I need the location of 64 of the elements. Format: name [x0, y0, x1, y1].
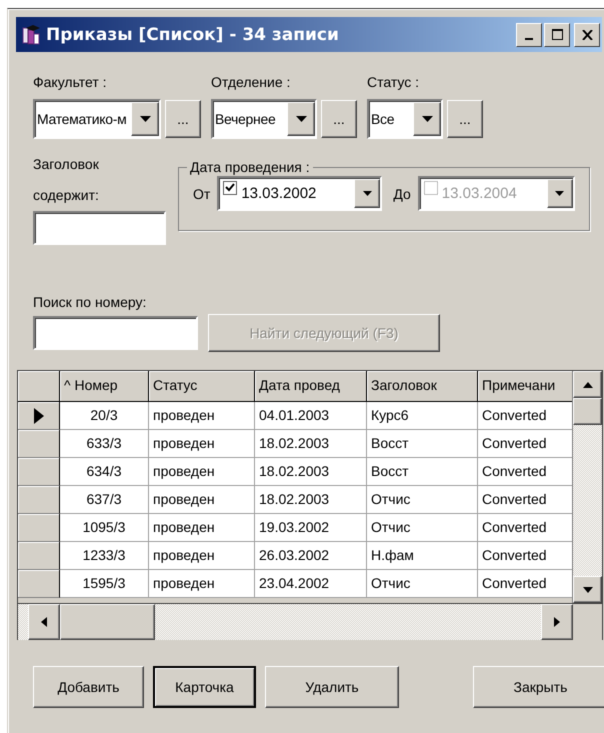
dropdown-field[interactable]: Все — [367, 99, 443, 139]
dropdown-field[interactable]: Вечернее — [211, 99, 317, 139]
number-input[interactable] — [33, 316, 198, 350]
dropdown-arrow-icon — [362, 191, 372, 196]
checkbox[interactable] — [424, 181, 438, 195]
left-arrow-icon — [41, 617, 47, 627]
scroll-thumb[interactable] — [573, 398, 602, 425]
scroll-up-button[interactable] — [573, 371, 602, 398]
scroll-down-button[interactable] — [573, 576, 602, 603]
column-header[interactable]: Статус — [149, 371, 255, 402]
dropdown-arrow-icon — [296, 116, 306, 122]
browse-button[interactable]: ... — [165, 100, 201, 138]
close-icon — [582, 30, 592, 40]
title-input[interactable] — [33, 211, 166, 245]
checkbox[interactable] — [223, 181, 238, 195]
field-label: Заголовок содержит: — [33, 155, 100, 205]
maximize-icon — [552, 29, 562, 40]
minimize-icon — [525, 38, 533, 40]
scroll-thumb[interactable] — [60, 604, 155, 640]
books-icon — [20, 24, 42, 46]
date-label: До — [393, 186, 411, 202]
horizontal-scrollbar[interactable] — [18, 603, 602, 640]
action-button[interactable]: Удалить — [265, 666, 399, 708]
browse-button[interactable]: ... — [321, 100, 357, 138]
filter-label: Факультет : — [33, 74, 108, 90]
action-button[interactable]: Добавить — [33, 666, 144, 708]
window-title: Приказы [Список] - 34 записи — [46, 24, 340, 44]
up-arrow-icon — [582, 382, 593, 388]
action-button[interactable]: Карточка — [153, 666, 256, 708]
scroll-right-button[interactable] — [541, 604, 573, 640]
table-cell: 23.04.2002 — [255, 570, 367, 598]
row-indicator[interactable] — [18, 486, 60, 514]
column-header[interactable]: Дата провед — [255, 371, 367, 402]
dropdown-arrow-icon — [555, 191, 564, 196]
action-button[interactable]: Закрыть — [473, 666, 604, 708]
close-button[interactable] — [574, 22, 600, 46]
column-header[interactable]: Заголовок — [367, 371, 478, 402]
row-indicator[interactable] — [18, 570, 60, 598]
row-indicator[interactable] — [18, 542, 60, 570]
vertical-scrollbar[interactable] — [572, 371, 602, 603]
current-row-icon — [34, 408, 44, 424]
maximize-button[interactable] — [544, 22, 570, 46]
row-indicator[interactable] — [18, 430, 60, 458]
right-arrow-icon — [554, 617, 560, 627]
dropdown-arrow-icon — [422, 116, 432, 122]
field-label: Поиск по номеру: — [33, 294, 148, 310]
filter-label: Статус : — [367, 74, 420, 90]
row-indicator[interactable] — [18, 402, 60, 430]
browse-button[interactable]: ... — [447, 100, 483, 138]
date-picker[interactable]: 13.03.2002 — [217, 176, 382, 211]
filter-label: Отделение : — [211, 74, 292, 90]
column-header[interactable]: ^ Номер — [60, 371, 149, 402]
table-cell: Отчис — [367, 570, 478, 598]
row-indicator[interactable] — [18, 458, 60, 486]
table-cell: проведен — [149, 570, 255, 598]
dropdown-field[interactable]: Математико-м — [33, 99, 161, 139]
scroll-left-button[interactable] — [28, 604, 60, 640]
minimize-button[interactable] — [516, 22, 542, 46]
down-arrow-icon — [582, 586, 593, 592]
row-indicator[interactable] — [18, 514, 60, 542]
dropdown-arrow-icon — [140, 116, 150, 122]
date-label: От — [193, 186, 210, 202]
group-label: Дата проведения : — [189, 159, 311, 175]
table-cell: 1595/3 — [60, 570, 149, 598]
